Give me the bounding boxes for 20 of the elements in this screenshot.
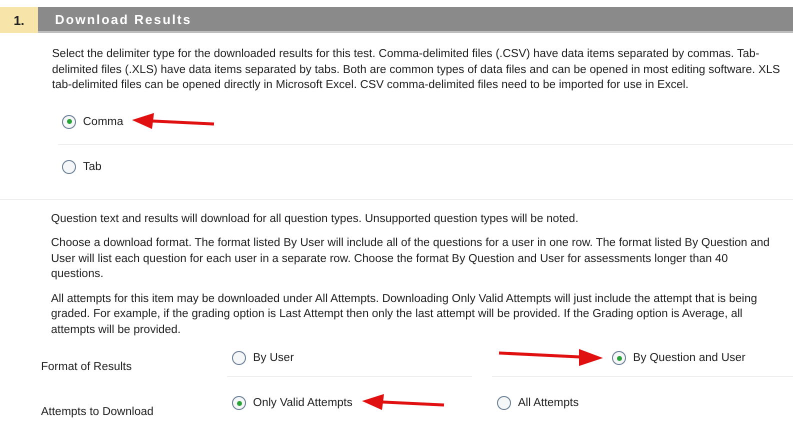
- info-text: Choose a download format. The format listed By User will include all of the questions for a user in one row. The format listed By Question and User will list each question for each user in a separate row. Choose the format By Question and User for assessments longer than 40 questions.: [51, 236, 771, 282]
- radio-label: By User: [253, 352, 294, 364]
- radio-button[interactable]: [497, 396, 511, 410]
- description-text: Select the delimiter type for the downloaded results for this test. Comma-delimited files (.CSV) have data items separated by commas. Tab-delimited files (.XLS) have data items separated by tabs. Both are common types of data files and can be opened in most editing software. XLS tab-delimited files can be opened directly in Microsoft Excel. CSV comma-delimited files need to be imported for use in Excel.: [52, 47, 782, 93]
- field-label: Format of Results: [41, 361, 132, 373]
- field-label: Attempts to Download: [41, 406, 154, 418]
- section-title: Download Results: [38, 7, 793, 33]
- radio-button[interactable]: [612, 351, 626, 365]
- radio-label: Comma: [83, 116, 124, 128]
- radio-button[interactable]: [232, 351, 246, 365]
- radio-button[interactable]: [62, 160, 76, 174]
- radio-label: Only Valid Attempts: [253, 397, 352, 409]
- info-text: Question text and results will download for all question types. Unsupported question types will be noted.: [51, 212, 580, 226]
- radio-button[interactable]: [62, 114, 76, 128]
- radio-label: All Attempts: [518, 397, 579, 409]
- radio-label: Tab: [83, 160, 102, 172]
- info-text: All attempts for this item may be downloaded under All Attempts. Downloading Only Valid Attempts will just include the attempt that is being graded. For example, if the grading option is Last Attempt then only the last attempt will be provided. If the Grading option is Average, all attempts will be provided.: [51, 292, 758, 338]
- section-number: 1.: [0, 7, 38, 33]
- radio-button[interactable]: [232, 396, 246, 410]
- radio-label: By Question and User: [633, 352, 746, 364]
